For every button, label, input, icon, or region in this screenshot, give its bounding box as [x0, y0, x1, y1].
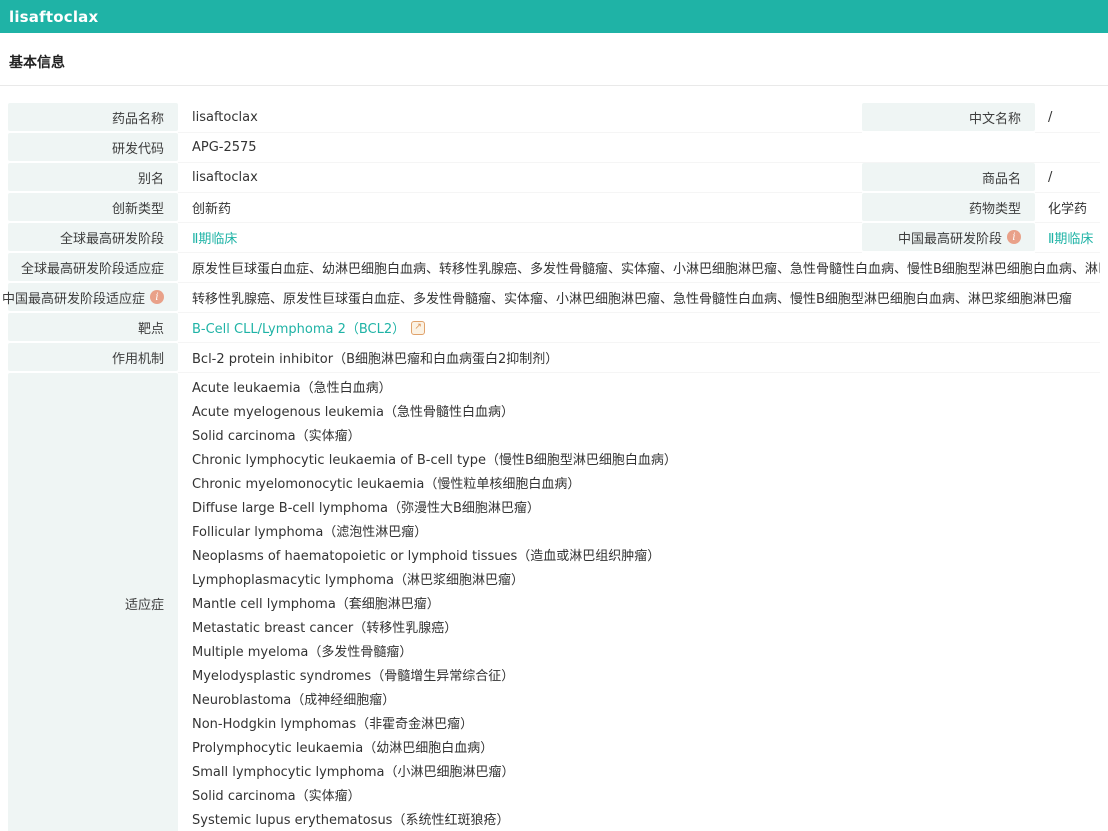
field-value-trade-name: / — [1035, 163, 1100, 193]
list-item: Mantle cell lymphoma（套细胞淋巴瘤） — [192, 593, 440, 617]
list-item: Myelodysplastic syndromes（骨髓增生异常综合征） — [192, 665, 514, 689]
field-label-global-phase: 全球最高研发阶段 — [8, 223, 178, 251]
field-value-global-phase: Ⅱ期临床 — [178, 223, 862, 253]
china-phase-link[interactable]: Ⅱ期临床 — [1048, 228, 1093, 247]
field-label-innovation-type: 创新类型 — [8, 193, 178, 221]
list-item: Acute myelogenous leukemia（急性骨髓性白血病） — [192, 401, 514, 425]
section-header: 基本信息 — [0, 33, 1108, 86]
basic-info-table: 药品名称 lisaftoclax 中文名称 / 研发代码 APG-2575 别名… — [8, 103, 1100, 831]
drug-detail-page: lisaftoclax 基本信息 药品名称 lisaftoclax 中文名称 /… — [0, 0, 1108, 831]
list-item: Chronic lymphocytic leukaemia of B-cell … — [192, 449, 677, 473]
field-label-trade-name: 商品名 — [862, 163, 1035, 191]
row-china-phase-indications: 中国最高研发阶段适应症i 转移性乳腺癌、原发性巨球蛋白血症、多发性骨髓瘤、实体瘤… — [8, 283, 1100, 313]
list-item: Solid carcinoma（实体瘤） — [192, 785, 361, 809]
info-icon[interactable]: i — [1007, 230, 1021, 244]
drug-title: lisaftoclax — [9, 8, 98, 26]
field-value-global-phase-indications: 原发性巨球蛋白血症、幼淋巴细胞白血病、转移性乳腺癌、多发性骨髓瘤、实体瘤、小淋巴… — [178, 253, 1100, 283]
row-alias: 别名 lisaftoclax 商品名 / — [8, 163, 1100, 193]
field-label-chinese-name: 中文名称 — [862, 103, 1035, 131]
row-rd-code: 研发代码 APG-2575 — [8, 133, 1100, 163]
row-mechanism: 作用机制 Bcl-2 protein inhibitor（B细胞淋巴瘤和白血病蛋… — [8, 343, 1100, 373]
list-item: Multiple myeloma（多发性骨髓瘤） — [192, 641, 412, 665]
list-item: Neuroblastoma（成神经细胞瘤） — [192, 689, 395, 713]
field-label-alias: 别名 — [8, 163, 178, 191]
info-icon[interactable]: i — [150, 290, 164, 304]
list-item: Systemic lupus erythematosus（系统性红斑狼疮） — [192, 809, 509, 831]
field-value-mechanism: Bcl-2 protein inhibitor（B细胞淋巴瘤和白血病蛋白2抑制剂… — [178, 343, 1100, 373]
field-value-drug-type: 化学药 — [1035, 193, 1100, 223]
list-item: Metastatic breast cancer（转移性乳腺癌） — [192, 617, 457, 641]
global-phase-link[interactable]: Ⅱ期临床 — [192, 228, 237, 247]
row-highest-phase: 全球最高研发阶段 Ⅱ期临床 中国最高研发阶段i Ⅱ期临床 — [8, 223, 1100, 253]
row-drug-name: 药品名称 lisaftoclax 中文名称 / — [8, 103, 1100, 133]
list-item: Lymphoplasmacytic lymphoma（淋巴浆细胞淋巴瘤） — [192, 569, 524, 593]
field-label-china-phase: 中国最高研发阶段i — [862, 223, 1035, 251]
field-value-innovation-type: 创新药 — [178, 193, 862, 223]
list-item: Small lymphocytic lymphoma（小淋巴细胞淋巴瘤） — [192, 761, 515, 785]
list-item: Follicular lymphoma（滤泡性淋巴瘤） — [192, 521, 427, 545]
section-title: 基本信息 — [9, 52, 1099, 72]
indications-list: Acute leukaemia（急性白血病）Acute myelogenous … — [178, 373, 1100, 831]
field-value-chinese-name: / — [1035, 103, 1100, 133]
field-label-drug-name: 药品名称 — [8, 103, 178, 131]
list-item: Diffuse large B-cell lymphoma（弥漫性大B细胞淋巴瘤… — [192, 497, 540, 521]
field-label-indications: 适应症 — [8, 373, 178, 831]
field-label-target: 靶点 — [8, 313, 178, 341]
list-item: Solid carcinoma（实体瘤） — [192, 425, 361, 449]
list-item: Prolymphocytic leukaemia（幼淋巴细胞白血病） — [192, 737, 493, 761]
row-target: 靶点 B-Cell CLL/Lymphoma 2（BCL2） ↗ — [8, 313, 1100, 343]
field-value-china-phase: Ⅱ期临床 — [1035, 223, 1100, 253]
list-item: Neoplasms of haematopoietic or lymphoid … — [192, 545, 660, 569]
row-indications: 适应症 Acute leukaemia（急性白血病）Acute myelogen… — [8, 373, 1100, 831]
row-innovation-type: 创新类型 创新药 药物类型 化学药 — [8, 193, 1100, 223]
list-item: Chronic myelomonocytic leukaemia（慢性粒单核细胞… — [192, 473, 580, 497]
field-value-drug-name: lisaftoclax — [178, 103, 862, 133]
field-label-china-phase-indications: 中国最高研发阶段适应症i — [8, 283, 178, 311]
page-header: lisaftoclax — [0, 0, 1108, 33]
field-value-alias: lisaftoclax — [178, 163, 862, 193]
field-label-global-phase-indications: 全球最高研发阶段适应症 — [8, 253, 178, 281]
field-value-target: B-Cell CLL/Lymphoma 2（BCL2） ↗ — [178, 313, 1100, 343]
field-label-drug-type: 药物类型 — [862, 193, 1035, 221]
row-global-phase-indications: 全球最高研发阶段适应症 原发性巨球蛋白血症、幼淋巴细胞白血病、转移性乳腺癌、多发… — [8, 253, 1100, 283]
field-value-rd-code: APG-2575 — [178, 133, 1100, 163]
target-link[interactable]: B-Cell CLL/Lymphoma 2（BCL2） — [192, 318, 405, 337]
list-item: Acute leukaemia（急性白血病） — [192, 377, 392, 401]
field-label-mechanism: 作用机制 — [8, 343, 178, 371]
list-item: Non-Hodgkin lymphomas（非霍奇金淋巴瘤） — [192, 713, 473, 737]
field-label-rd-code: 研发代码 — [8, 133, 178, 161]
external-link-icon[interactable]: ↗ — [411, 321, 425, 335]
field-value-china-phase-indications: 转移性乳腺癌、原发性巨球蛋白血症、多发性骨髓瘤、实体瘤、小淋巴细胞淋巴瘤、急性骨… — [178, 283, 1100, 313]
